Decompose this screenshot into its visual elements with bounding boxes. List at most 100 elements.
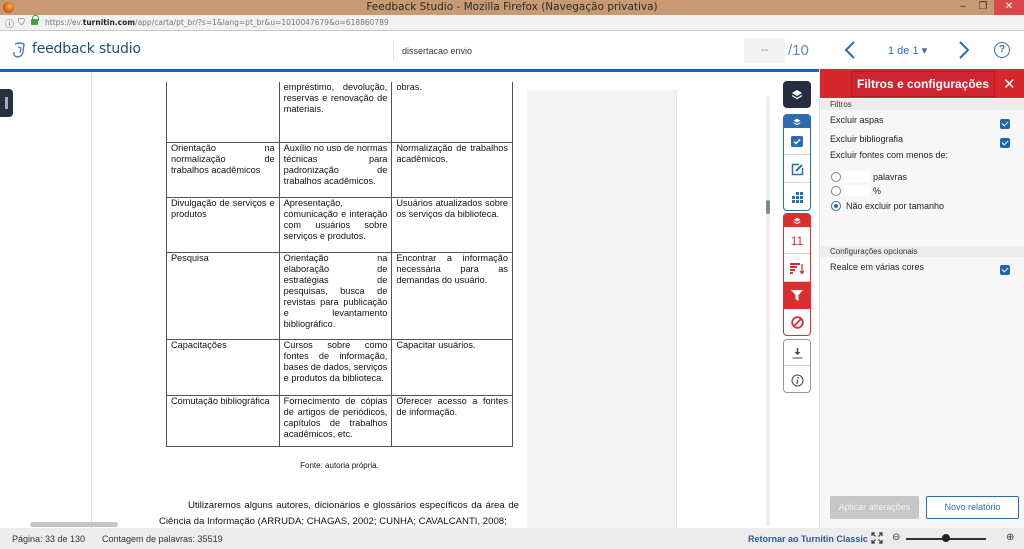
filters-section-header: Filtros xyxy=(820,99,1024,110)
sort-sources-icon xyxy=(790,262,804,274)
table-cell: Capacitar usuários. xyxy=(391,338,513,396)
table-cell: Usuários atualizados sobre os serviços d… xyxy=(391,196,513,253)
close-panel-button[interactable]: ✕ xyxy=(1003,75,1016,93)
table-row: Divulgação de serviços e produtos Aprese… xyxy=(166,196,513,253)
quickmark-button[interactable] xyxy=(784,129,810,155)
return-classic-link[interactable]: Retornar ao Turnitin Classic xyxy=(748,534,868,544)
table-row: empréstimo, devolução, reservas e renova… xyxy=(166,82,513,143)
table-cell: Encontrar a informação necessária para a… xyxy=(391,251,513,340)
table-cell: Apresentação, comunicação e interação co… xyxy=(278,196,393,253)
table-cell: Divulgação de serviços e produtos xyxy=(166,196,280,253)
vertical-scrollbar[interactable] xyxy=(766,96,770,526)
similarity-tools-group: 11 xyxy=(783,213,811,336)
document-viewer: empréstimo, devolução, reservas e renova… xyxy=(0,72,770,528)
table-cell: Fornecimento de cópias de artigos de per… xyxy=(278,394,393,447)
url-domain: turnitin.com xyxy=(82,18,136,27)
horizontal-scrollbar[interactable] xyxy=(30,522,118,527)
header-divider xyxy=(393,40,394,60)
url-prefix: https://ev. xyxy=(45,18,83,27)
close-window-button[interactable]: ✕ xyxy=(994,0,1024,15)
scrollbar-thumb[interactable] xyxy=(766,200,770,214)
words-threshold-input[interactable] xyxy=(844,171,869,182)
rubric-button[interactable] xyxy=(784,184,810,210)
paragraph-line: Utilizaremos alguns autores, dicionários… xyxy=(188,500,519,511)
panel-header: Filtros e configurações ✕ xyxy=(820,69,1024,98)
next-paper-button[interactable] xyxy=(957,40,971,60)
submission-info-button[interactable] xyxy=(784,367,810,392)
grading-tools-group xyxy=(783,114,811,211)
page-indicator: Página: 33 de 130 xyxy=(12,534,86,544)
edit-icon xyxy=(791,163,803,175)
lock-icon xyxy=(31,15,39,25)
apply-changes-button[interactable]: Aplicar alterações xyxy=(830,496,919,519)
percent-unit-label: % xyxy=(873,186,882,196)
exclude-by-percent-radio[interactable] xyxy=(831,186,841,196)
zoom-out-button[interactable]: ⊖ xyxy=(892,532,900,543)
optional-settings-header: Configurações opcionais xyxy=(820,246,1024,257)
status-bar: Página: 33 de 130 Contagem de palavras: … xyxy=(0,528,1024,549)
multi-color-label: Realce em várias cores xyxy=(830,262,925,272)
new-report-button[interactable]: Novo relatório xyxy=(926,496,1019,519)
download-icon xyxy=(792,347,802,358)
table-cell: Orientação na normalização de trabalhos … xyxy=(166,141,280,198)
minimize-button[interactable]: – xyxy=(956,0,970,15)
maximize-button[interactable]: ❐ xyxy=(976,0,990,15)
url-bar[interactable]: ⓘ ⛉ https://ev.turnitin.com/app/carta/pt… xyxy=(0,15,1024,31)
table-cell: Pesquisa xyxy=(166,251,280,340)
grade-input[interactable]: -- xyxy=(744,38,785,63)
zoom-slider-handle[interactable] xyxy=(942,534,950,542)
info-icon xyxy=(791,374,803,386)
words-unit-label: palavras xyxy=(873,172,908,182)
exclude-quotes-label: Excluir aspas xyxy=(830,115,884,125)
no-exclude-label: Não excluir por tamanho xyxy=(846,201,945,211)
exclude-bibliography-checkbox[interactable] xyxy=(1000,138,1010,148)
shield-icon[interactable]: ⛉ xyxy=(18,17,25,28)
feedback-summary-button[interactable] xyxy=(784,156,810,183)
similarity-layer-header[interactable] xyxy=(784,214,810,227)
grip-icon xyxy=(5,97,8,109)
layers-icon xyxy=(793,118,801,125)
word-count: Contagem de palavras: 35519 xyxy=(102,534,223,544)
excluded-sources-button[interactable] xyxy=(784,309,810,335)
table-row: Orientação na normalização de trabalhos … xyxy=(166,141,513,198)
table-row: Capacitações Cursos sobre como fontes de… xyxy=(166,338,513,396)
block-icon xyxy=(790,316,804,329)
table-cell xyxy=(166,82,280,143)
exclude-quotes-checkbox[interactable] xyxy=(1000,119,1010,129)
download-button[interactable] xyxy=(784,340,810,366)
filters-panel: Filtros e configurações ✕ Filtros Exclui… xyxy=(819,69,1024,528)
help-button[interactable]: ? xyxy=(994,42,1010,58)
turnitin-logo-icon xyxy=(13,42,25,58)
grading-layer-header[interactable] xyxy=(784,115,810,128)
fullscreen-button[interactable] xyxy=(871,532,883,544)
browser-titlebar: Feedback Studio - Mozilla Firefox (Naveg… xyxy=(0,0,1024,15)
previous-paper-button[interactable] xyxy=(843,40,857,60)
document-table: empréstimo, devolução, reservas e renova… xyxy=(166,82,513,447)
page-gutter xyxy=(527,90,676,528)
left-drawer-toggle[interactable] xyxy=(0,89,13,117)
page-divider xyxy=(676,90,677,528)
exclude-bibliography-label: Excluir bibliografia xyxy=(830,134,904,144)
page-edge xyxy=(91,72,92,528)
filters-settings-button[interactable] xyxy=(784,282,810,309)
document-title: dissertacao envio xyxy=(402,46,473,56)
table-cell: Oferecer acesso a fontes de informação. xyxy=(391,394,513,447)
info-icon[interactable]: ⓘ xyxy=(5,17,14,30)
panel-title: Filtros e configurações xyxy=(851,71,995,97)
paper-pager-dropdown[interactable]: 1 de 1 ▾ xyxy=(888,44,927,57)
all-sources-button[interactable] xyxy=(784,255,810,282)
similarity-score-button[interactable]: 11 xyxy=(784,228,810,254)
no-exclude-radio[interactable] xyxy=(831,201,841,211)
exclude-by-words-radio[interactable] xyxy=(831,172,841,182)
filter-icon xyxy=(791,290,803,301)
table-cell: Normalização de trabalhos acadêmicos. xyxy=(391,141,513,198)
url-text[interactable]: https://ev.turnitin.com/app/carta/pt_br/… xyxy=(45,18,389,27)
zoom-in-button[interactable]: ⊕ xyxy=(1006,532,1014,543)
app-header: feedback studio dissertacao envio -- /10… xyxy=(0,32,1024,69)
exclude-sources-label: Excluir fontes com menos de: xyxy=(830,150,949,160)
multi-color-checkbox[interactable] xyxy=(1000,265,1010,275)
table-cell: Auxílio no uso de normas técnicas para p… xyxy=(278,141,393,198)
percent-threshold-input[interactable] xyxy=(844,185,869,196)
window-title: Feedback Studio - Mozilla Firefox (Naveg… xyxy=(366,1,658,13)
layers-button[interactable] xyxy=(783,81,811,108)
